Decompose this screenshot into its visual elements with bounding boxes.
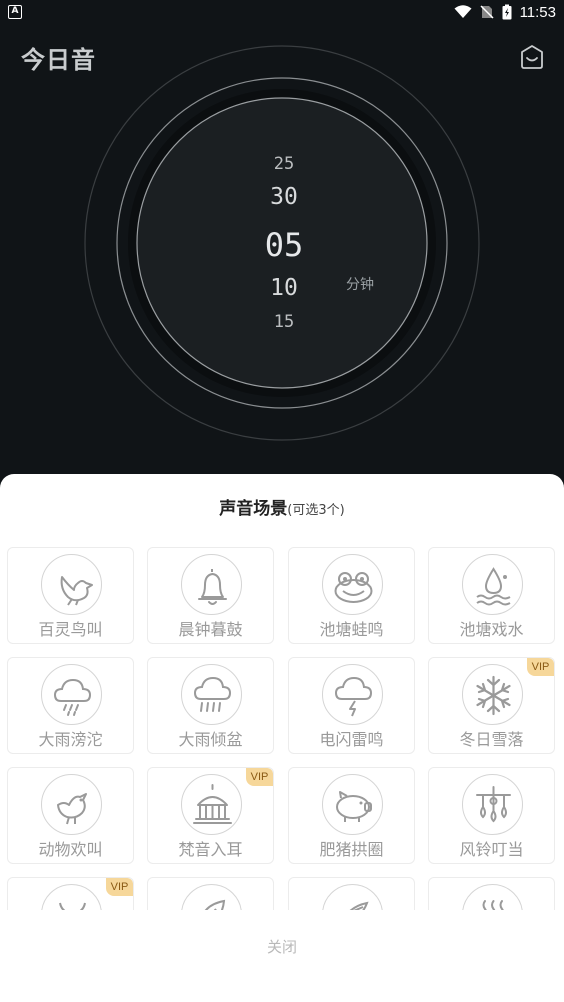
app-notification-icon: A [8,5,22,19]
scene-label: 冬日雪落 [459,730,524,749]
water-drop-icon [462,554,523,615]
bird-icon [41,554,102,615]
thunder-cloud-icon [322,664,383,725]
selection-hint: (可选3个) [287,503,345,518]
scene-card[interactable]: 大雨倾盆 [147,657,274,754]
scene-label: 梵音入耳 [178,840,243,859]
status-bar: A 11:53 [0,0,564,24]
feather-icon [322,884,383,910]
timer-option[interactable]: 25 [244,154,324,174]
timer-option[interactable]: 15 [244,312,324,332]
timer-option[interactable]: 30 [244,184,324,210]
scene-label: 池塘蛙鸣 [319,620,384,639]
leaf-icon [181,884,242,910]
scene-label: 百灵鸟叫 [38,620,103,639]
scene-card[interactable]: 百灵鸟叫 [7,547,134,644]
wifi-icon [454,5,472,18]
scene-label: 风铃叮当 [459,840,524,859]
status-time: 11:53 [519,3,556,21]
scene-card[interactable] [147,877,274,910]
scene-grid: 百灵鸟叫 晨钟暮鼓 池塘蛙鸣 池塘戏水大雨滂沱 大雨倾盆 电闪雷鸣 冬日雪落 VIP 动物欢叫 梵… [0,544,564,910]
sheet-title: 声音场景(可选3个) [0,494,564,519]
scene-card[interactable]: 肥猪拱圈 [288,767,415,864]
scene-card[interactable]: 晨钟暮鼓 [147,547,274,644]
sheet-title-text: 声音场景 [219,499,288,519]
temple-icon [181,774,242,835]
scene-label: 动物欢叫 [38,840,103,859]
timer-unit-label: 分钟 [346,277,374,293]
timer-dial[interactable]: 25 30 05 10 15 分钟 [0,40,564,470]
pig-icon [322,774,383,835]
scene-label: 肥猪拱圈 [319,840,384,859]
scene-card[interactable]: 风铃叮当 [428,767,555,864]
scene-label: 大雨倾盆 [178,730,243,749]
scene-card[interactable]: 池塘蛙鸣 [288,547,415,644]
scene-card[interactable]: 梵音入耳 VIP [147,767,274,864]
rooster-icon [41,774,102,835]
scene-label: 晨钟暮鼓 [178,620,243,639]
rain-cloud-icon [41,664,102,725]
heavy-rain-cloud-icon [181,664,242,725]
sound-scene-sheet: 声音场景(可选3个) 百灵鸟叫 晨钟暮鼓 池塘蛙鸣 池塘戏水大雨滂沱 大雨倾盆 电闪雷鸣 冬… [0,474,564,1002]
battery-charging-icon [502,4,512,20]
scene-card[interactable] [288,877,415,910]
scene-label: 大雨滂沱 [38,730,103,749]
vip-badge: VIP [106,878,133,896]
ox-icon [41,884,102,910]
close-button[interactable]: 关闭 [0,936,564,957]
snowflake-icon [462,664,523,725]
scene-card[interactable] [428,877,555,910]
scene-card[interactable]: 池塘戏水 [428,547,555,644]
scene-card[interactable]: 电闪雷鸣 [288,657,415,754]
scene-card[interactable]: 动物欢叫 [7,767,134,864]
scene-label: 池塘戏水 [459,620,524,639]
timer-selected-value[interactable]: 05 [244,226,324,264]
steam-icon [462,884,523,910]
timer-option[interactable]: 10 [244,275,324,301]
frog-icon [322,554,383,615]
scene-card[interactable]: VIP [7,877,134,910]
scene-label: 电闪雷鸣 [319,730,384,749]
vip-badge: VIP [527,658,554,676]
vip-badge: VIP [246,768,273,786]
wind-chime-icon [462,774,523,835]
scene-card[interactable]: 冬日雪落 VIP [428,657,555,754]
scene-card[interactable]: 大雨滂沱 [7,657,134,754]
bell-icon [181,554,242,615]
no-sim-icon [480,5,494,19]
